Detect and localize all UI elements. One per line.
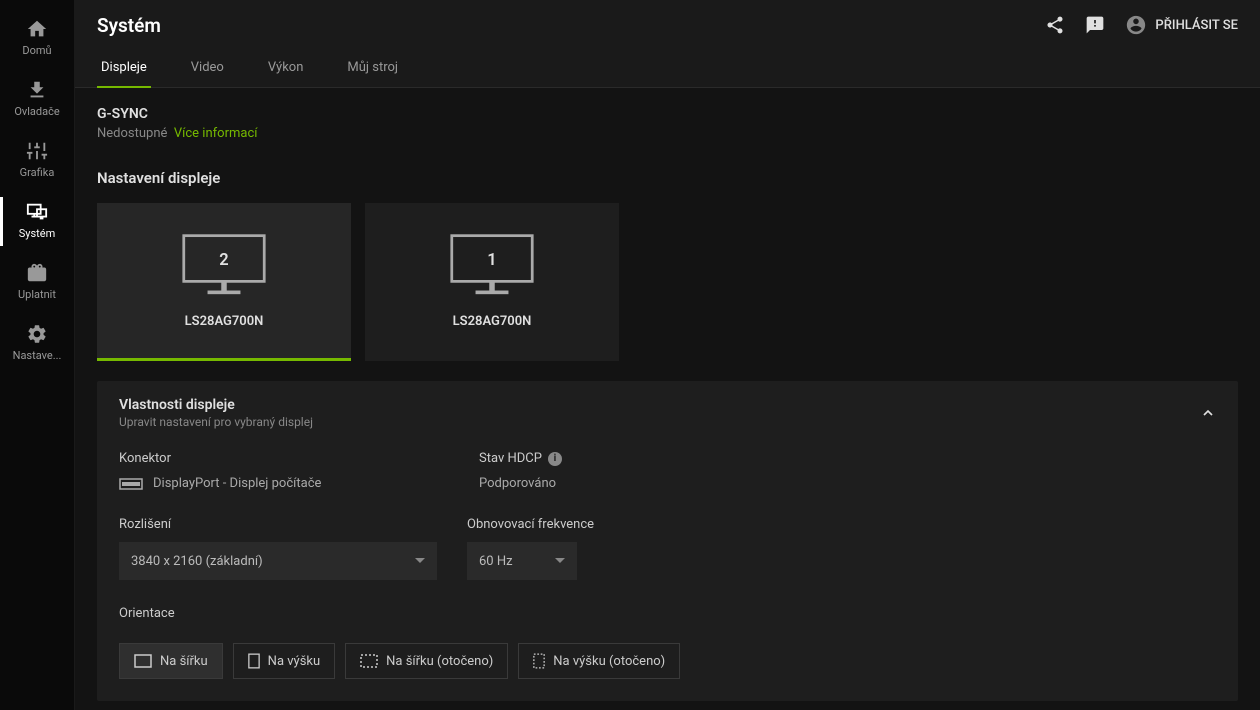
display-card-2[interactable]: 2 LS28AG700N <box>97 203 351 361</box>
displayport-icon <box>119 478 143 490</box>
nav-label: Nastave... <box>13 349 62 362</box>
nav-system[interactable]: Systém <box>0 191 74 252</box>
sliders-icon <box>26 140 48 162</box>
hdcp-value: Podporováno <box>479 476 562 491</box>
chevron-up-icon <box>1200 405 1216 421</box>
display-number: 1 <box>487 251 496 270</box>
tabs: Displeje Video Výkon Můj stroj <box>75 50 1260 88</box>
nav-label: Uplatnit <box>18 288 56 301</box>
panel-title: Vlastnosti displeje <box>119 397 313 413</box>
nav-label: Ovladače <box>14 105 59 118</box>
main: Systém PŘIHLÁSIT SE Displeje Video Výkon… <box>75 0 1260 710</box>
page-title: Systém <box>97 14 161 37</box>
nav-redeem[interactable]: Uplatnit <box>0 252 74 313</box>
feedback-icon[interactable] <box>1085 15 1105 35</box>
display-number: 2 <box>219 251 228 270</box>
download-icon <box>26 79 48 101</box>
nav-label: Systém <box>19 227 56 240</box>
nav-label: Grafika <box>20 166 55 179</box>
refresh-select[interactable]: 60 Hz <box>467 542 577 580</box>
user-icon <box>1125 14 1147 36</box>
login-button[interactable]: PŘIHLÁSIT SE <box>1125 14 1238 36</box>
display-name: LS28AG700N <box>185 314 264 329</box>
nav-drivers[interactable]: Ovladače <box>0 69 74 130</box>
header-actions: PŘIHLÁSIT SE <box>1045 14 1238 36</box>
tab-video[interactable]: Video <box>187 50 228 87</box>
display-card-1[interactable]: 1 LS28AG700N <box>365 203 619 361</box>
content: G-SYNC Nedostupné Více informací Nastave… <box>75 88 1260 710</box>
resolution-label: Rozlišení <box>119 517 437 532</box>
monitor-icon <box>26 201 48 223</box>
monitor-icon: 2 <box>178 232 270 296</box>
gsync-title: G-SYNC <box>97 106 1238 122</box>
display-cards: 2 LS28AG700N 1 LS28AG700N <box>97 203 1238 361</box>
orientation-portrait-flipped[interactable]: Na výšku (otočeno) <box>518 643 680 679</box>
nav-settings[interactable]: Nastave... <box>0 313 74 374</box>
connector-label: Konektor <box>119 451 449 466</box>
display-properties-panel: Vlastnosti displeje Upravit nastavení pr… <box>97 381 1238 701</box>
panel-header[interactable]: Vlastnosti displeje Upravit nastavení pr… <box>97 381 1238 445</box>
nav-graphics[interactable]: Grafika <box>0 130 74 191</box>
tab-performance[interactable]: Výkon <box>264 50 308 87</box>
orientation-landscape[interactable]: Na šířku <box>119 643 223 679</box>
panel-body: Konektor DisplayPort - Displej počítače … <box>97 445 1238 701</box>
orientation-label: Orientace <box>119 606 1216 621</box>
tab-my-rig[interactable]: Můj stroj <box>343 50 402 87</box>
login-label: PŘIHLÁSIT SE <box>1155 18 1238 33</box>
displays-section-title: Nastavení displeje <box>97 169 1238 187</box>
orientation-group: Na šířku Na výšku Na šířku (otočeno) <box>119 643 1216 679</box>
nav-home[interactable]: Domů <box>0 8 74 69</box>
gsync-more-link[interactable]: Více informací <box>174 126 258 141</box>
chevron-down-icon <box>415 556 425 566</box>
gsync-block: G-SYNC Nedostupné Více informací <box>97 106 1238 141</box>
landscape-icon <box>134 654 152 668</box>
panel-subtitle: Upravit nastavení pro vybraný displej <box>119 415 313 429</box>
gsync-status-line: Nedostupné Více informací <box>97 126 1238 141</box>
info-icon[interactable]: i <box>548 452 562 466</box>
sidebar: Domů Ovladače Grafika Systém Uplatnit Na… <box>0 0 75 710</box>
chevron-down-icon <box>555 556 565 566</box>
portrait-flipped-icon <box>533 653 545 669</box>
orientation-portrait[interactable]: Na výšku <box>233 643 335 679</box>
header: Systém PŘIHLÁSIT SE <box>75 0 1260 50</box>
refresh-label: Obnovovací frekvence <box>467 517 594 532</box>
hdcp-label: Stav HDCP i <box>479 451 562 466</box>
share-icon[interactable] <box>1045 15 1065 35</box>
connector-value: DisplayPort - Displej počítače <box>119 476 449 491</box>
landscape-flipped-icon <box>360 654 378 668</box>
tab-displays[interactable]: Displeje <box>97 50 151 87</box>
home-icon <box>26 18 48 40</box>
gear-icon <box>26 323 48 345</box>
monitor-icon: 1 <box>446 232 538 296</box>
gift-icon <box>26 262 48 284</box>
portrait-icon <box>248 653 260 669</box>
display-name: LS28AG700N <box>453 314 532 329</box>
resolution-select[interactable]: 3840 x 2160 (základní) <box>119 542 437 580</box>
nav-label: Domů <box>22 44 51 57</box>
gsync-status: Nedostupné <box>97 126 167 141</box>
orientation-landscape-flipped[interactable]: Na šířku (otočeno) <box>345 643 508 679</box>
